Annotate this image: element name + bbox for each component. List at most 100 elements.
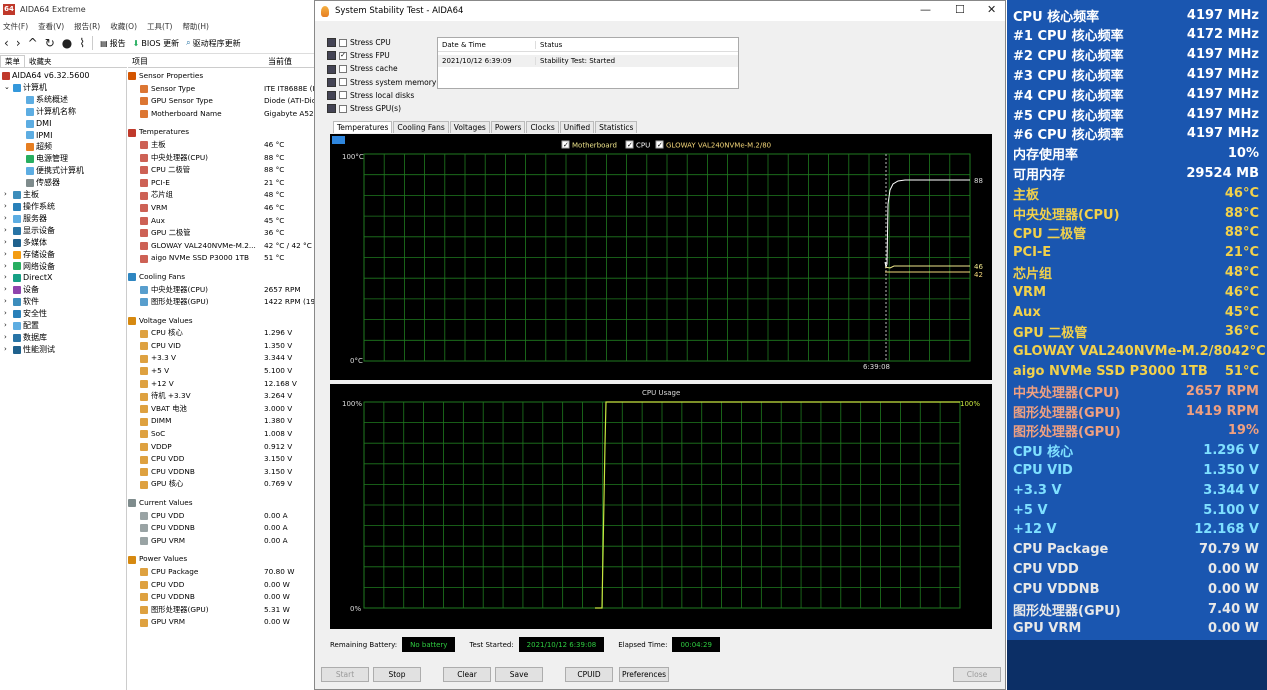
tree-item-category[interactable]: › DirectX [0,272,126,284]
start-button[interactable]: Start [321,667,369,682]
column-value[interactable]: 当前值 [264,56,292,67]
stress-option[interactable]: Stress GPU(s) [327,102,437,115]
expander-icon[interactable]: ⌄ [4,82,11,94]
preferences-button[interactable]: Preferences [619,667,669,682]
tree-item-category[interactable]: › 服务器 [0,213,126,225]
tree-item-computer-child[interactable]: 系统概述 [0,94,126,106]
stress-option[interactable]: ✓ Stress FPU [327,49,437,62]
sensor-row[interactable]: CPU VDDNB 3.150 V [128,466,318,479]
sensor-row[interactable]: +3.3 V 3.344 V [128,352,318,365]
refresh-icon[interactable]: ↻ [45,37,55,49]
expander-icon[interactable]: › [4,284,11,296]
sensor-row[interactable]: 中央处理器(CPU) 88 °C [128,152,318,165]
sensor-row[interactable]: CPU VDDNB 0.00 A [128,522,318,535]
stress-checkbox[interactable] [339,38,347,47]
expander-icon[interactable]: › [4,249,11,261]
stop-button[interactable]: Stop [373,667,421,682]
sensor-row[interactable]: CPU VDD 0.00 W [128,579,318,592]
expander-icon[interactable]: › [4,237,11,249]
group-header[interactable]: Temperatures [128,126,318,139]
sensor-row[interactable]: +5 V 5.100 V [128,365,318,378]
stress-checkbox[interactable] [339,104,347,113]
menu-view[interactable]: 查看(V) [38,21,64,32]
tab-unified[interactable]: Unified [559,121,595,133]
tree-item-category[interactable]: › 网络设备 [0,261,126,273]
sensor-row[interactable]: GPU VRM 0.00 W [128,616,318,629]
expander-icon[interactable]: › [4,320,11,332]
tab-clocks[interactable]: Clocks [526,121,559,133]
tree-item-computer-child[interactable]: 计算机名称 [0,106,126,118]
menu-report[interactable]: 报告(R) [74,21,100,32]
group-header[interactable]: Power Values [128,553,318,566]
bios-update-button[interactable]: ⬇ BIOS 更新 [133,38,179,49]
sensor-row[interactable]: VDDP 0.912 V [128,441,318,454]
sensor-row[interactable]: CPU VID 1.350 V [128,340,318,353]
stress-checkbox[interactable] [339,65,347,73]
tree-root[interactable]: AIDA64 v6.32.5600 [0,70,126,82]
tab-temperatures[interactable]: Temperatures [333,121,393,133]
tree-item-category[interactable]: › 主板 [0,189,126,201]
stress-option[interactable]: Stress CPU [327,36,437,49]
stress-option[interactable]: Stress local disks [327,89,437,102]
expander-icon[interactable]: › [4,332,11,344]
group-header[interactable]: Current Values [128,497,318,510]
tree-item-computer[interactable]: ⌄ 计算机 [0,82,126,94]
tree-item-computer-child[interactable]: 电源管理 [0,153,126,165]
stress-checkbox[interactable]: ✓ [339,51,347,60]
tree-item-category[interactable]: › 软件 [0,296,126,308]
sensor-row[interactable]: DIMM 1.380 V [128,415,318,428]
expander-icon[interactable]: › [4,261,11,273]
chart-scroll-indicator[interactable] [332,136,345,144]
menu-favorites[interactable]: 收藏(O) [110,21,137,32]
sensor-row[interactable]: VRM 46 °C [128,202,318,215]
column-item[interactable]: 项目 [128,56,264,67]
sensor-row[interactable]: CPU Package 70.80 W [128,566,318,579]
back-icon[interactable]: ‹ [4,37,9,49]
sensor-row[interactable]: GPU 二极管 36 °C [128,227,318,240]
expander-icon[interactable]: › [4,189,11,201]
sensor-row[interactable]: Sensor Type ITE IT8688E (IS [128,83,318,96]
sensor-row[interactable]: CPU VDD 3.150 V [128,453,318,466]
menu-tools[interactable]: 工具(T) [147,21,172,32]
tree-item-computer-child[interactable]: DMI [0,118,126,130]
expander-icon[interactable]: › [4,296,11,308]
tab-favorites[interactable]: 收藏夹 [25,55,56,67]
sensor-row[interactable]: SoC 1.008 V [128,428,318,441]
group-header[interactable]: Sensor Properties [128,70,318,83]
group-header[interactable]: Cooling Fans [128,271,318,284]
tree-item-category[interactable]: › 显示设备 [0,225,126,237]
tab-statistics[interactable]: Statistics [595,121,638,133]
col-date-time[interactable]: Date & Time [438,40,536,49]
tree-item-category[interactable]: › 数据库 [0,332,126,344]
sensor-row[interactable]: 主板 46 °C [128,139,318,152]
tree-item-category[interactable]: › 安全性 [0,308,126,320]
tree-item-category[interactable]: › 存储设备 [0,249,126,261]
tab-voltages[interactable]: Voltages [449,121,490,133]
cpuid-button[interactable]: CPUID [565,667,613,682]
sensor-row[interactable]: CPU VDD 0.00 A [128,510,318,523]
status-row[interactable]: 2021/10/12 6:39:09 Stability Test: Start… [438,55,738,67]
close-button[interactable]: Close [953,667,1001,682]
sensor-row[interactable]: 中央处理器(CPU) 2657 RPM [128,284,318,297]
sensor-row[interactable]: CPU 核心 1.296 V [128,327,318,340]
tree-item-category[interactable]: › 操作系统 [0,201,126,213]
sensor-row[interactable]: Motherboard Name Gigabyte A520 [128,108,318,121]
sensor-row[interactable]: GPU VRM 0.00 A [128,535,318,548]
expander-icon[interactable]: › [4,213,11,225]
maximize-icon[interactable]: ☐ [955,3,965,16]
menu-help[interactable]: 帮助(H) [182,21,209,32]
stress-checkbox[interactable] [339,91,347,100]
sensor-row[interactable]: +12 V 12.168 V [128,378,318,391]
tab-menu[interactable]: 菜单 [0,55,25,67]
sensor-row[interactable]: 待机 +3.3V 3.264 V [128,390,318,403]
report-button[interactable]: ▤ 报告 [100,38,126,49]
sensor-row[interactable]: GLOWAY VAL240NVMe-M.2... 42 °C / 42 °C [128,240,318,253]
expander-icon[interactable]: › [4,225,11,237]
sensor-row[interactable]: GPU Sensor Type Diode (ATI-Dio [128,95,318,108]
chart-icon[interactable]: ⌇ [79,37,85,49]
sensor-row[interactable]: 芯片组 48 °C [128,189,318,202]
sensor-row[interactable]: GPU 核心 0.769 V [128,478,318,491]
sensor-row[interactable]: PCI-E 21 °C [128,177,318,190]
group-header[interactable]: Voltage Values [128,315,318,328]
stress-option[interactable]: Stress cache [327,62,437,75]
